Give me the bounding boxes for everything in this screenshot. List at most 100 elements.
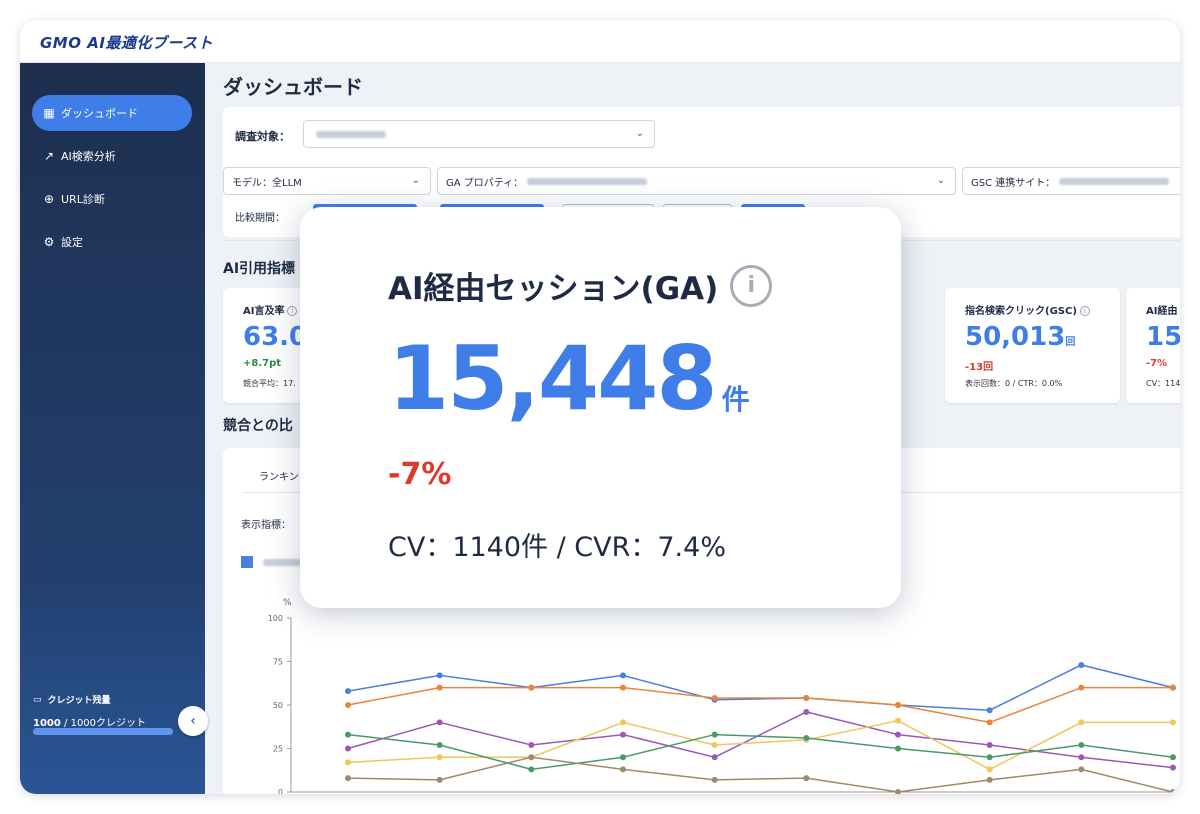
- chevron-down-icon: ⌄: [635, 128, 644, 139]
- data-point[interactable]: [1078, 754, 1085, 761]
- legend-swatch[interactable]: [241, 556, 253, 568]
- data-point[interactable]: [345, 731, 351, 738]
- data-point[interactable]: [436, 776, 443, 783]
- collapse-sidebar-button[interactable]: ‹: [178, 706, 208, 736]
- card-value: 15: [1146, 322, 1180, 352]
- data-point[interactable]: [620, 754, 626, 761]
- data-point[interactable]: [895, 702, 901, 708]
- y-tick-label: 100: [268, 614, 283, 623]
- data-point[interactable]: [1078, 742, 1085, 749]
- data-point[interactable]: [1078, 766, 1085, 773]
- gsc-site-select[interactable]: GSC 連携サイト：: [962, 167, 1180, 195]
- credit-panel: ▭ クレジット残量 1000 / 1000クレジット: [33, 693, 146, 730]
- tab-ranking[interactable]: ランキン: [259, 468, 299, 483]
- data-point[interactable]: [711, 754, 718, 761]
- ga-property-select[interactable]: GA プロパティ： ⌄: [437, 167, 956, 195]
- data-point[interactable]: [1170, 754, 1176, 761]
- data-point[interactable]: [1170, 764, 1176, 771]
- page-title: ダッシュボード: [223, 75, 363, 99]
- data-point[interactable]: [895, 745, 901, 752]
- credit-progress-bar: [33, 728, 173, 735]
- card-title: AI言及率: [243, 306, 285, 317]
- data-point[interactable]: [803, 695, 810, 702]
- card-value: 63.0: [243, 322, 308, 352]
- data-point[interactable]: [711, 731, 718, 738]
- data-point[interactable]: [711, 776, 718, 783]
- series-line-4: [347, 733, 1174, 771]
- data-point[interactable]: [436, 754, 443, 761]
- card-unit: 回: [1065, 337, 1076, 348]
- data-point[interactable]: [436, 672, 443, 679]
- data-point[interactable]: [528, 766, 535, 773]
- sidebar-item-label: ダッシュボード: [61, 107, 138, 120]
- data-point[interactable]: [803, 708, 810, 715]
- data-point[interactable]: [895, 717, 901, 724]
- sidebar: ▦ ダッシュボード ↗ AI検索分析 ⊕ URL診断 ⚙ 設定 ▭ クレジット残…: [20, 63, 205, 794]
- popup-unit: 件: [721, 383, 750, 416]
- data-point[interactable]: [436, 742, 443, 749]
- sidebar-item-url[interactable]: ⊕ URL診断: [32, 181, 192, 217]
- data-point[interactable]: [1170, 789, 1176, 794]
- data-point[interactable]: [345, 759, 351, 766]
- data-point[interactable]: [1078, 684, 1085, 691]
- credit-progress-fill: [33, 728, 173, 735]
- data-point[interactable]: [986, 766, 993, 773]
- data-point[interactable]: [803, 735, 810, 742]
- data-point[interactable]: [436, 719, 443, 726]
- y-tick-label: 0: [278, 788, 283, 794]
- data-point[interactable]: [345, 775, 351, 782]
- data-point[interactable]: [620, 719, 626, 726]
- sidebar-item-dashboard[interactable]: ▦ ダッシュボード: [32, 95, 192, 131]
- data-point[interactable]: [1170, 719, 1176, 726]
- card-sub: 競合平均：17.: [243, 379, 296, 388]
- metric-popup: AI経由セッション(GA) i 15,448 件 -7% CV：1140件 / C…: [300, 207, 901, 608]
- data-point[interactable]: [1078, 719, 1085, 726]
- data-point[interactable]: [345, 745, 351, 752]
- app-logo[interactable]: GMO AI最適化ブースト: [40, 32, 213, 53]
- gsc-site-label: GSC 連携サイト：: [971, 177, 1056, 189]
- data-point[interactable]: [528, 754, 535, 761]
- info-icon[interactable]: i: [1079, 306, 1090, 316]
- data-point[interactable]: [345, 702, 351, 708]
- data-point[interactable]: [528, 742, 535, 749]
- data-point[interactable]: [803, 775, 810, 782]
- ga-property-label: GA プロパティ：: [446, 177, 524, 189]
- data-point[interactable]: [1170, 684, 1176, 691]
- data-point[interactable]: [986, 742, 993, 749]
- model-select[interactable]: モデル：全LLM ⌄: [223, 167, 431, 195]
- card-sub: 表示回数：0 / CTR：0.0%: [965, 379, 1063, 388]
- app-window: GMO AI最適化ブースト ▦ ダッシュボード ↗ AI検索分析 ⊕ URL診断…: [20, 20, 1180, 794]
- data-point[interactable]: [620, 684, 626, 691]
- data-point[interactable]: [620, 731, 626, 738]
- data-point[interactable]: [345, 688, 351, 695]
- data-point[interactable]: [620, 766, 626, 773]
- y-tick-label: 50: [273, 701, 283, 710]
- data-point[interactable]: [986, 776, 993, 783]
- sidebar-item-settings[interactable]: ⚙ 設定: [32, 224, 192, 260]
- popup-title: AI経由セッション(GA): [388, 271, 719, 307]
- compare-section-title: 競合との比: [223, 418, 293, 434]
- info-icon[interactable]: i: [287, 306, 298, 316]
- display-metric-label: 表示指標：: [241, 520, 291, 531]
- credit-title: クレジット残量: [47, 696, 111, 706]
- data-point[interactable]: [986, 707, 993, 714]
- info-icon[interactable]: i: [730, 264, 773, 307]
- card-title: 指名検索クリック(GSC): [965, 306, 1077, 317]
- y-axis-unit: %: [283, 598, 292, 608]
- target-select[interactable]: ⌄: [303, 120, 655, 148]
- data-point[interactable]: [895, 731, 901, 738]
- data-point[interactable]: [895, 789, 901, 794]
- globe-icon: ⊕: [43, 192, 55, 206]
- data-point[interactable]: [1078, 661, 1085, 668]
- data-point[interactable]: [620, 672, 626, 679]
- sidebar-item-ai-search[interactable]: ↗ AI検索分析: [32, 138, 192, 174]
- data-point[interactable]: [986, 754, 993, 761]
- series-line-5: [347, 756, 1174, 793]
- data-point[interactable]: [986, 719, 993, 726]
- data-point[interactable]: [528, 684, 535, 691]
- data-point[interactable]: [436, 684, 443, 691]
- sidebar-item-label: AI検索分析: [61, 150, 116, 163]
- data-point[interactable]: [711, 742, 718, 749]
- data-point[interactable]: [711, 695, 718, 702]
- popup-sub: CV：1140件 / CVR：7.4%: [388, 532, 726, 563]
